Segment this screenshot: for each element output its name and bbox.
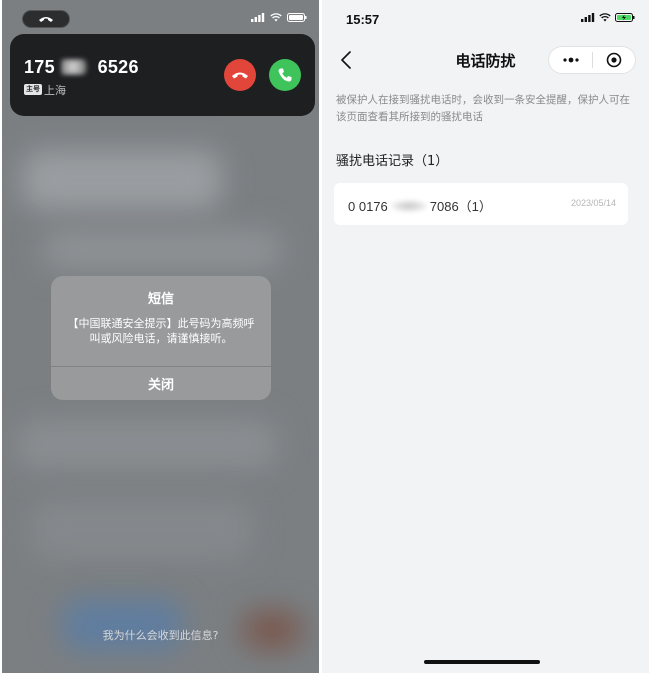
close-button[interactable]: 关闭 bbox=[51, 366, 271, 400]
signal-icon bbox=[251, 13, 265, 22]
status-bar bbox=[2, 0, 319, 36]
record-number: 0 0176 7086（1） bbox=[348, 196, 492, 215]
harassment-call-page: 15:57 电话防扰 被保护人在接到骚扰电话时，会收到一条安全提醒，保护人可在该… bbox=[322, 0, 649, 673]
status-time: 15:57 bbox=[346, 12, 380, 27]
more-icon bbox=[562, 57, 579, 63]
system-icons bbox=[581, 13, 635, 22]
ongoing-call-pill[interactable] bbox=[22, 10, 70, 28]
section-title: 骚扰电话记录（1） bbox=[336, 154, 449, 169]
caller-location: 上海 bbox=[44, 84, 66, 97]
signal-icon bbox=[581, 13, 595, 22]
sim-badge: 主号 bbox=[24, 84, 42, 95]
decline-call-button[interactable] bbox=[224, 59, 256, 91]
caller-number-suffix: 6526 bbox=[97, 57, 139, 77]
caller-number-prefix: 175 bbox=[24, 57, 55, 77]
system-icons bbox=[251, 13, 307, 22]
screenshot-composite: 175 6526 主号 上海 短信 【中国联通安全提示】此号码为高频呼叫或风险电… bbox=[0, 0, 649, 673]
battery-charging-icon bbox=[615, 13, 635, 22]
incoming-call-screen: 175 6526 主号 上海 短信 【中国联通安全提示】此号码为高频呼叫或风险电… bbox=[2, 0, 319, 673]
exit-miniprogram-button[interactable] bbox=[593, 47, 635, 73]
redacted-mask bbox=[61, 59, 92, 75]
alert-message: 【中国联通安全提示】此号码为高频呼叫或风险电话，请谨慎接听。 bbox=[67, 317, 255, 345]
wifi-icon bbox=[270, 13, 282, 22]
navigation-bar: 电话防扰 bbox=[322, 38, 649, 82]
home-indicator[interactable] bbox=[424, 660, 540, 664]
alert-title: 短信 bbox=[147, 292, 174, 307]
battery-icon bbox=[287, 13, 307, 22]
caller-number: 175 6526 bbox=[24, 57, 139, 78]
phone-icon bbox=[278, 68, 292, 82]
more-button[interactable] bbox=[549, 47, 592, 73]
call-record-item[interactable]: 0 0176 7086（1） 2023/05/14 bbox=[334, 183, 628, 225]
record-number-suffix: 7086（1） bbox=[429, 199, 492, 214]
accept-call-button[interactable] bbox=[269, 59, 301, 91]
sms-alert-dialog: 短信 【中国联通安全提示】此号码为高频呼叫或风险电话，请谨慎接听。 关闭 bbox=[51, 276, 271, 400]
record-number-prefix: 0 0176 bbox=[348, 199, 388, 214]
why-received-link[interactable]: 我为什么会收到此信息? bbox=[2, 627, 319, 643]
phone-icon bbox=[39, 17, 53, 22]
incoming-call-banner[interactable]: 175 6526 主号 上海 bbox=[10, 34, 315, 116]
miniprogram-capsule bbox=[548, 46, 636, 74]
wifi-icon bbox=[599, 13, 611, 22]
hang-up-icon bbox=[232, 72, 248, 79]
record-date: 2023/05/14 bbox=[570, 198, 616, 208]
status-bar: 15:57 bbox=[322, 0, 649, 38]
page-description: 被保护人在接到骚扰电话时，会收到一条安全提醒，保护人可在该页面查看其所接到的骚扰… bbox=[336, 94, 630, 123]
redacted-mask bbox=[390, 200, 427, 212]
target-icon bbox=[606, 52, 622, 68]
